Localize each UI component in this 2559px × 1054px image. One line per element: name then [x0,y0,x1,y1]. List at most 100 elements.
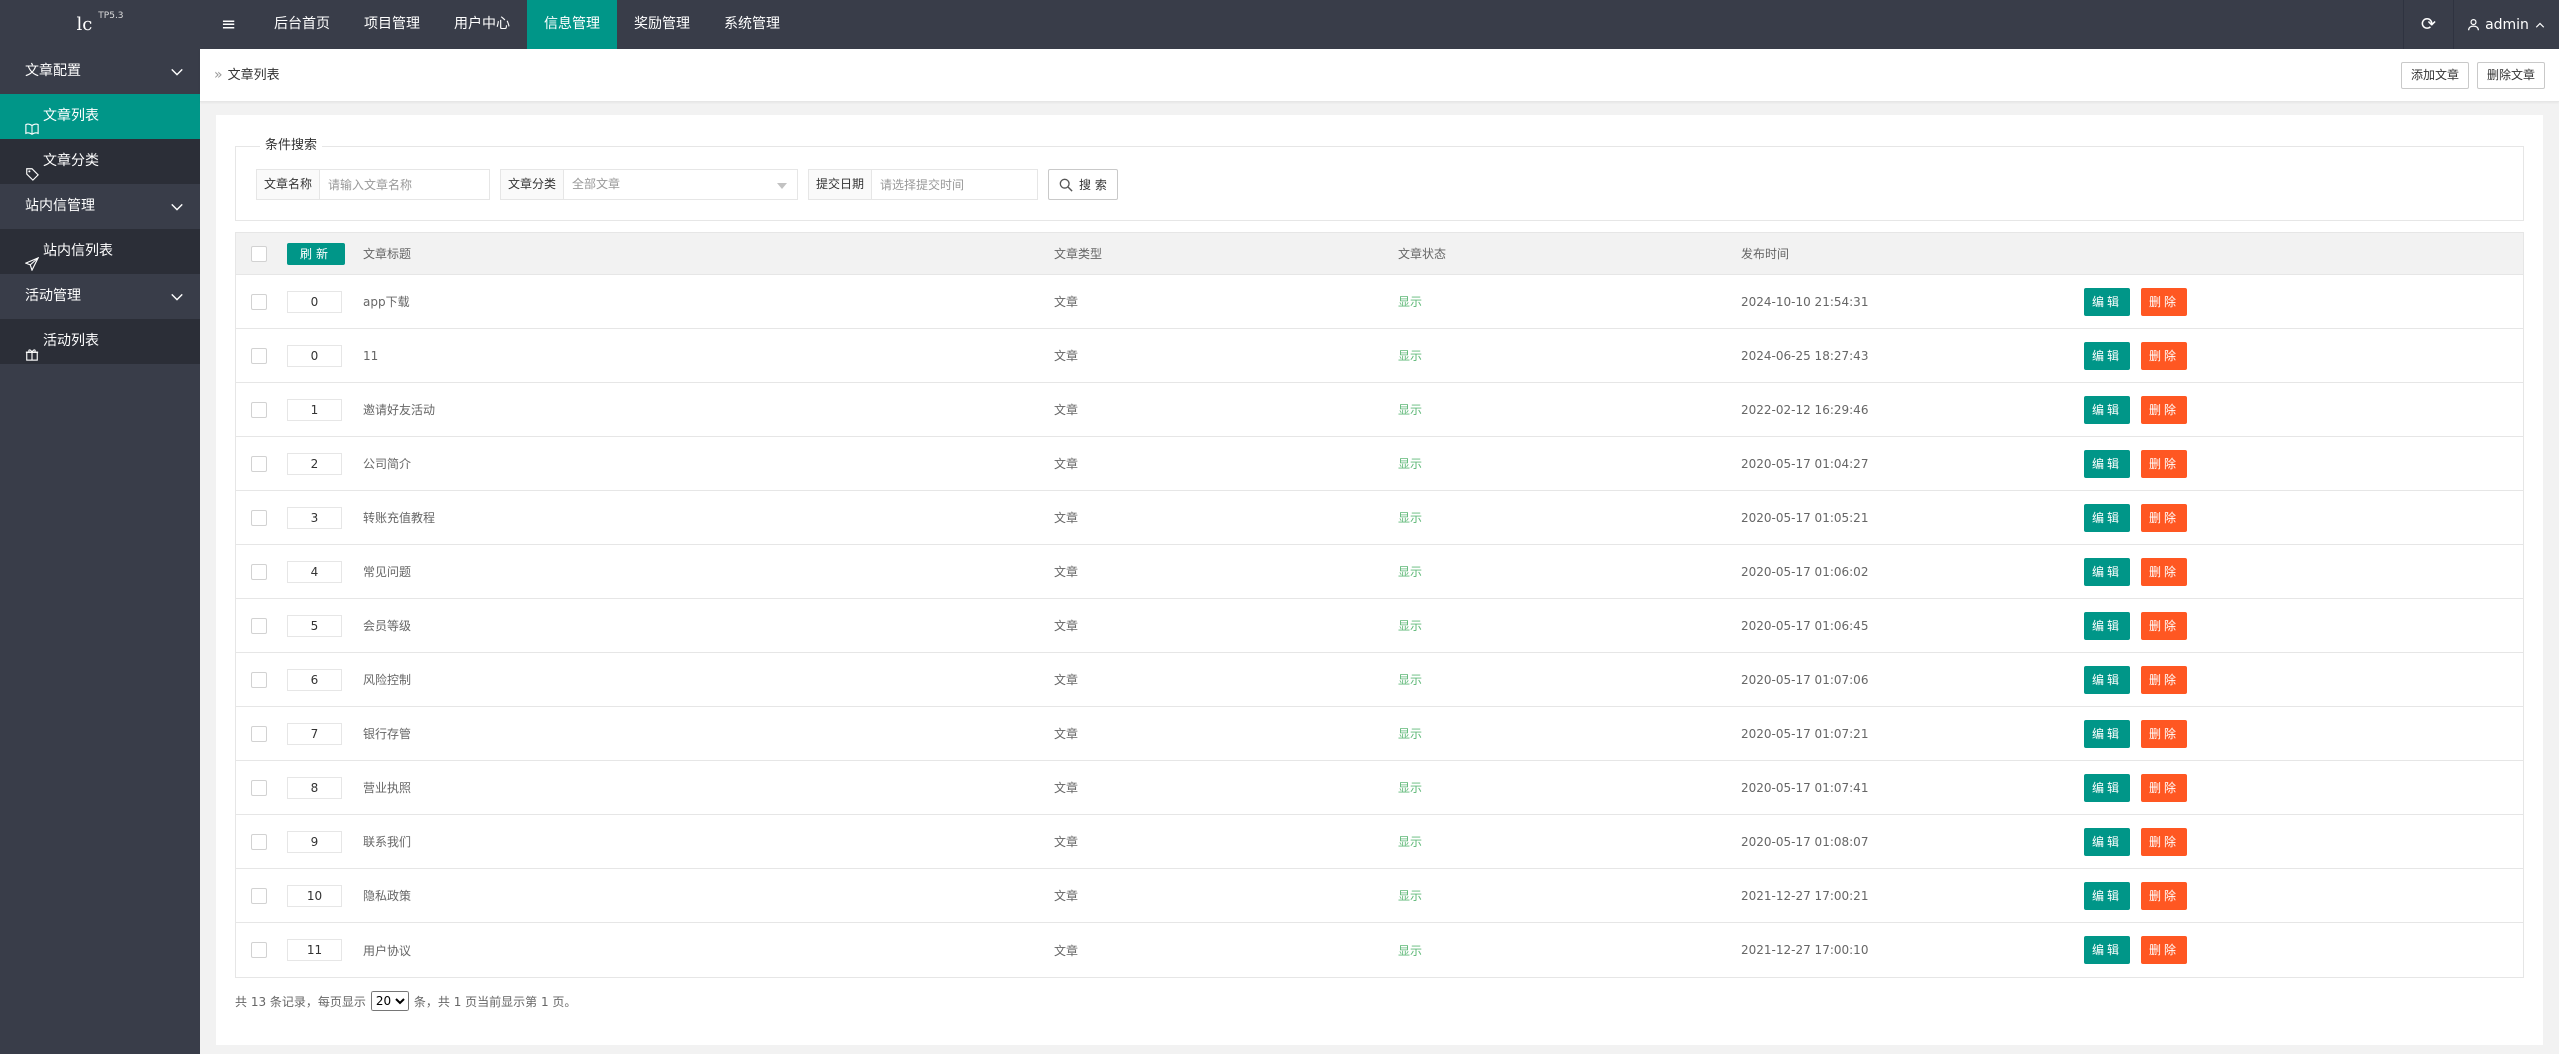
delete-button[interactable]: 删除 [2141,503,2188,532]
article-category-value: 全部文章 [572,177,621,191]
article-status: 显示 [1398,457,1423,471]
sidebar-group[interactable]: 活动管理 [0,274,200,319]
topnav-item[interactable]: 信息管理 [527,0,617,49]
article-title: 11 [363,348,379,363]
delete-button[interactable]: 删除 [2141,827,2188,856]
menu-toggle-icon[interactable]: ≡ [200,0,257,49]
edit-button[interactable]: 编辑 [2084,773,2131,802]
article-type: 文章 [1054,349,1079,363]
delete-button[interactable]: 删除 [2141,773,2188,802]
version-label: TP5.3 [98,11,124,21]
sort-order-input[interactable] [287,776,342,799]
row-check-cell [251,761,267,814]
sort-order-input[interactable] [287,398,342,421]
delete-button[interactable]: 删除 [2141,665,2188,694]
edit-button[interactable]: 编辑 [2084,881,2131,910]
delete-button[interactable]: 删除 [2141,557,2188,586]
sort-cell [287,869,342,922]
sort-order-input[interactable] [287,506,342,529]
row-checkbox[interactable] [251,509,267,526]
edit-button[interactable]: 编辑 [2084,611,2131,640]
row-checkbox[interactable] [251,942,267,958]
delete-button[interactable]: 删除 [2141,395,2188,424]
row-checkbox[interactable] [251,293,267,310]
sort-order-input[interactable] [287,884,342,907]
sort-cell [287,545,342,598]
table-refresh-button[interactable]: 刷新 [287,242,346,265]
row-checkbox[interactable] [251,455,267,472]
row-check-cell [251,491,267,544]
article-name-input[interactable] [320,170,490,199]
sidebar-group[interactable]: 文章配置 [0,49,200,94]
sidebar-item[interactable]: 活动列表 [0,319,200,364]
add-article-button[interactable]: 添加文章 [2400,62,2469,89]
sidebar-item[interactable]: 站内信列表 [0,229,200,274]
article-category-select[interactable]: 全部文章 [564,170,797,199]
refresh-icon[interactable]: ⟳ [2403,0,2453,49]
edit-button[interactable]: 编辑 [2084,395,2131,424]
sort-order-input[interactable] [287,830,342,853]
edit-button[interactable]: 编辑 [2084,341,2131,370]
table-row: 邀请好友活动 文章 显示 2022-02-12 16:29:46 编辑删除 [236,383,2523,437]
sidebar-group[interactable]: 站内信管理 [0,184,200,229]
article-type: 文章 [1054,511,1079,525]
topnav-item[interactable]: 系统管理 [707,0,797,49]
topnav-item[interactable]: 项目管理 [347,0,437,49]
delete-button[interactable]: 删除 [2141,936,2188,964]
logo[interactable]: lc TP5.3 [0,0,200,49]
topnav-item[interactable]: 后台首页 [257,0,347,49]
edit-button[interactable]: 编辑 [2084,287,2131,316]
user-menu[interactable]: admin [2453,0,2559,49]
sidebar-group-label: 文章配置 [25,63,81,79]
article-status: 显示 [1398,781,1423,795]
delete-article-button[interactable]: 删除文章 [2476,62,2545,89]
sort-order-input[interactable] [287,722,342,745]
per-page-select[interactable]: 20 [370,991,409,1011]
delete-button[interactable]: 删除 [2141,449,2188,478]
sort-cell [287,761,342,814]
delete-button[interactable]: 删除 [2141,611,2188,640]
edit-button[interactable]: 编辑 [2084,557,2131,586]
sidebar-item[interactable]: 文章分类 [0,139,200,184]
sort-order-input[interactable] [287,614,342,637]
table-row: 营业执照 文章 显示 2020-05-17 01:07:41 编辑删除 [236,761,2523,815]
delete-button[interactable]: 删除 [2141,881,2188,910]
sort-order-input[interactable] [287,668,342,691]
row-checkbox[interactable] [251,887,267,904]
sort-order-input[interactable] [287,560,342,583]
row-checkbox[interactable] [251,725,267,742]
article-status: 显示 [1398,835,1423,849]
edit-button[interactable]: 编辑 [2084,719,2131,748]
sort-order-input[interactable] [287,452,342,475]
table-row: 公司简介 文章 显示 2020-05-17 01:04:27 编辑删除 [236,437,2523,491]
row-checkbox[interactable] [251,347,267,364]
sidebar-item[interactable]: 文章列表 [0,94,200,139]
row-checkbox[interactable] [251,833,267,850]
edit-button[interactable]: 编辑 [2084,827,2131,856]
search-button[interactable]: 搜 索 [1048,169,1118,200]
sort-order-input[interactable] [287,290,342,313]
submit-date-input[interactable] [872,170,1038,199]
sort-order-input[interactable] [287,939,342,961]
row-checkbox[interactable] [251,617,267,634]
edit-button[interactable]: 编辑 [2084,665,2131,694]
delete-button[interactable]: 删除 [2141,287,2188,316]
article-status: 显示 [1398,295,1423,309]
article-type: 文章 [1054,781,1079,795]
article-title: 隐私政策 [363,889,412,903]
edit-button[interactable]: 编辑 [2084,503,2131,532]
row-checkbox[interactable] [251,779,267,796]
row-checkbox[interactable] [251,563,267,580]
topnav-item[interactable]: 奖励管理 [617,0,707,49]
topnav-item[interactable]: 用户中心 [437,0,527,49]
edit-button[interactable]: 编辑 [2084,936,2131,964]
select-all-checkbox[interactable] [251,245,267,262]
row-checkbox[interactable] [251,671,267,688]
row-checkbox[interactable] [251,401,267,418]
sort-order-input[interactable] [287,344,342,367]
chevron-up-icon [2535,22,2545,28]
edit-button[interactable]: 编辑 [2084,449,2131,478]
delete-button[interactable]: 删除 [2141,341,2188,370]
delete-button[interactable]: 删除 [2141,719,2188,748]
article-table: 刷新 文章标题 文章类型 文章状态 发布时间 app下载文章显示2024-10-… [235,232,2524,978]
